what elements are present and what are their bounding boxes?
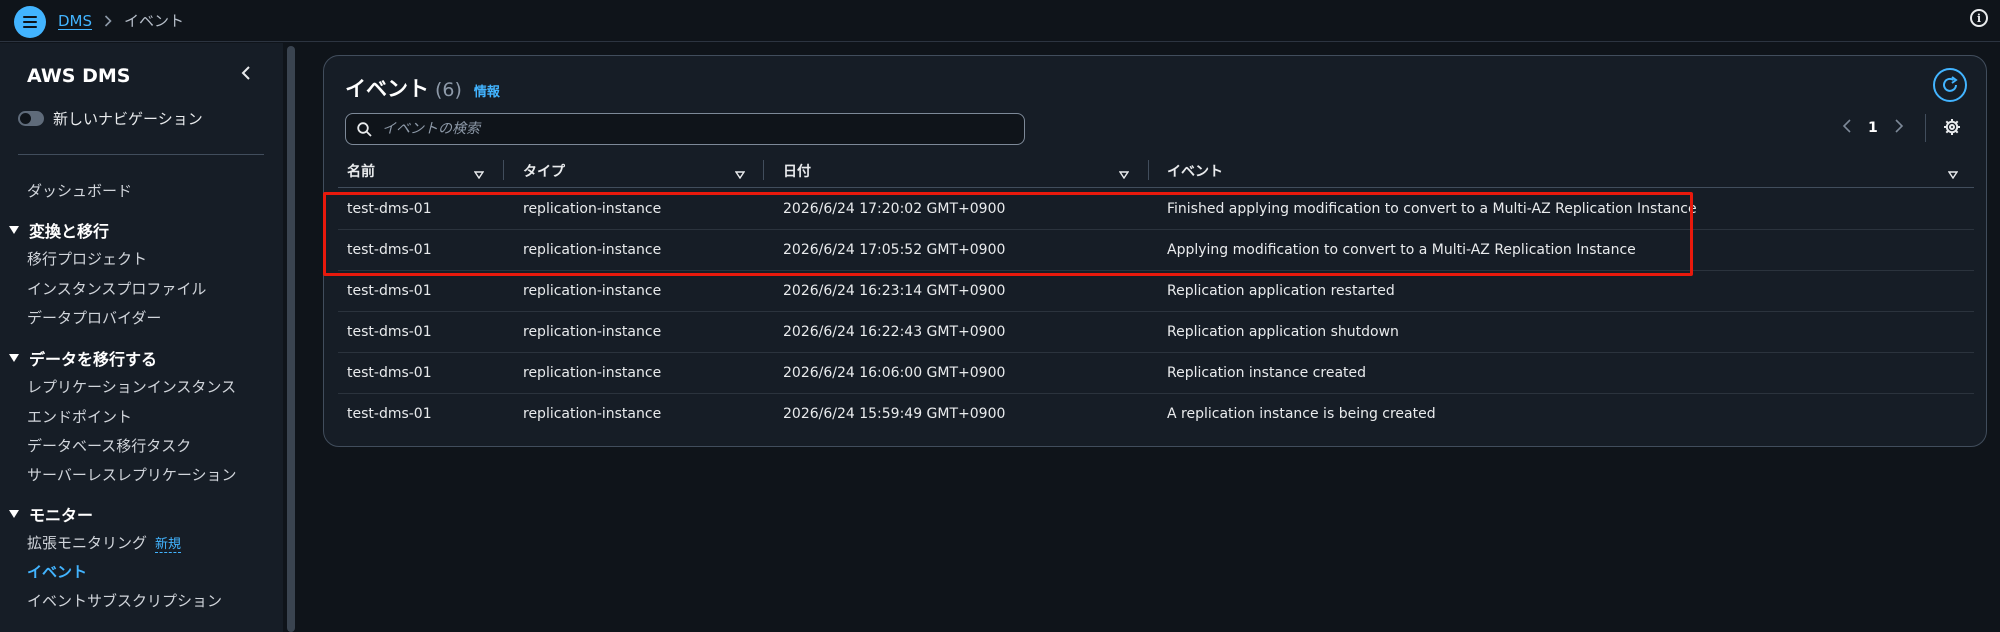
column-divider[interactable] — [503, 160, 504, 180]
cell-type: replication-instance — [523, 283, 662, 299]
sidebar-item-endpoints[interactable]: エンドポイント — [27, 406, 132, 427]
caret-down-icon — [9, 510, 19, 518]
column-header-date[interactable]: 日付 — [783, 161, 811, 181]
pagination: 1 — [1842, 118, 1904, 137]
sidebar-item-enhanced-monitoring[interactable]: 拡張モニタリング 新規 — [27, 532, 182, 553]
info-icon[interactable]: i — [1970, 9, 1988, 27]
cell-date: 2026/6/24 16:23:14 GMT+0900 — [783, 283, 1006, 299]
chevron-right-icon — [104, 14, 112, 27]
search-icon — [357, 121, 372, 137]
cell-event: Applying modification to convert to a Mu… — [1167, 242, 1636, 258]
sidebar-scrollbar[interactable] — [287, 46, 295, 632]
cell-type: replication-instance — [523, 201, 662, 217]
menu-icon[interactable] — [14, 6, 46, 38]
refresh-icon — [1943, 76, 1958, 92]
search-field[interactable] — [345, 113, 1025, 145]
table-row[interactable]: test-dms-01 replication-instance 2026/6/… — [338, 353, 1974, 394]
cell-name: test-dms-01 — [347, 201, 432, 217]
new-navigation-toggle[interactable] — [18, 111, 44, 126]
refresh-button[interactable] — [1933, 68, 1967, 102]
cell-name: test-dms-01 — [347, 406, 432, 422]
sidebar-item-events[interactable]: イベント — [27, 561, 87, 582]
event-count: (6) — [435, 79, 462, 101]
page-number[interactable]: 1 — [1868, 120, 1878, 136]
sidebar-section-label: モニター — [29, 506, 94, 525]
caret-down-icon — [9, 354, 19, 362]
column-header-type[interactable]: タイプ — [523, 161, 565, 181]
cell-type: replication-instance — [523, 365, 662, 381]
top-navigation-bar: DMS イベント i — [0, 0, 2000, 42]
table-row[interactable]: test-dms-01 replication-instance 2026/6/… — [338, 394, 1974, 435]
pager-divider — [1925, 114, 1926, 142]
table-row[interactable]: test-dms-01 replication-instance 2026/6/… — [338, 230, 1974, 271]
column-header-name[interactable]: 名前 — [347, 161, 375, 181]
sort-icon[interactable] — [1118, 164, 1130, 183]
table-row[interactable]: test-dms-01 replication-instance 2026/6/… — [338, 189, 1974, 230]
cell-date: 2026/6/24 17:05:52 GMT+0900 — [783, 242, 1006, 258]
sidebar-item-dashboard[interactable]: ダッシュボード — [27, 180, 132, 201]
sort-icon[interactable] — [1947, 164, 1959, 183]
cell-date: 2026/6/24 17:20:02 GMT+0900 — [783, 201, 1006, 217]
cell-type: replication-instance — [523, 324, 662, 340]
sidebar-item-event-subscriptions[interactable]: イベントサブスクリプション — [27, 590, 222, 611]
table-header: 名前 タイプ 日付 イベント — [338, 152, 1974, 188]
breadcrumb-dms-link[interactable]: DMS — [58, 12, 92, 30]
cell-event: Finished applying modification to conver… — [1167, 201, 1697, 217]
settings-icon[interactable] — [1943, 118, 1961, 140]
chevron-left-icon[interactable] — [240, 65, 252, 85]
sidebar-item-serverless-replications[interactable]: サーバーレスレプリケーション — [27, 464, 237, 485]
new-badge: 新規 — [155, 537, 182, 553]
sidebar-section-label: 変換と移行 — [29, 222, 110, 241]
search-input[interactable] — [382, 121, 982, 137]
sidebar-section-migrate-data[interactable]: データを移行する — [9, 346, 157, 370]
sidebar-divider — [18, 154, 264, 155]
sidebar-item-data-providers[interactable]: データプロバイダー — [27, 307, 161, 328]
breadcrumb: DMS イベント — [58, 10, 184, 31]
sidebar-item-label: 拡張モニタリング — [27, 534, 148, 552]
panel-title: イベント (6) 情報 — [345, 73, 500, 103]
cell-name: test-dms-01 — [347, 283, 432, 299]
page-title: イベント — [345, 77, 429, 101]
breadcrumb-current: イベント — [124, 12, 185, 30]
cell-type: replication-instance — [523, 242, 662, 258]
table-row[interactable]: test-dms-01 replication-instance 2026/6/… — [338, 312, 1974, 353]
sidebar-item-instance-profiles[interactable]: インスタンスプロファイル — [27, 278, 206, 299]
cell-name: test-dms-01 — [347, 242, 432, 258]
cell-event: Replication instance created — [1167, 365, 1367, 381]
cell-type: replication-instance — [523, 406, 662, 422]
sidebar-section-convert-migrate[interactable]: 変換と移行 — [9, 218, 109, 242]
sidebar-item-migration-projects[interactable]: 移行プロジェクト — [27, 248, 147, 269]
cell-date: 2026/6/24 15:59:49 GMT+0900 — [783, 406, 1006, 422]
column-divider[interactable] — [763, 160, 764, 180]
cell-date: 2026/6/24 16:22:43 GMT+0900 — [783, 324, 1006, 340]
sidebar-section-monitor[interactable]: モニター — [9, 502, 93, 526]
sidebar: AWS DMS 新しいナビゲーション ダッシュボード 変換と移行 移行プロジェク… — [0, 43, 283, 632]
chevron-right-icon[interactable] — [1894, 118, 1904, 137]
cell-event: A replication instance is being created — [1167, 406, 1436, 422]
events-panel: イベント (6) 情報 1 名前 タイプ 日付 — [323, 55, 1987, 447]
sidebar-title: AWS DMS — [27, 65, 131, 87]
cell-name: test-dms-01 — [347, 365, 432, 381]
sort-icon[interactable] — [473, 164, 485, 183]
info-link[interactable]: 情報 — [474, 81, 500, 100]
caret-down-icon — [9, 226, 19, 234]
sidebar-section-label: データを移行する — [29, 350, 158, 369]
cell-event: Replication application restarted — [1167, 283, 1395, 299]
column-header-event[interactable]: イベント — [1167, 161, 1223, 181]
new-navigation-toggle-row: 新しいナビゲーション — [18, 108, 203, 129]
new-navigation-label: 新しいナビゲーション — [53, 110, 203, 128]
cell-name: test-dms-01 — [347, 324, 432, 340]
cell-event: Replication application shutdown — [1167, 324, 1399, 340]
sidebar-item-replication-instances[interactable]: レプリケーションインスタンス — [27, 376, 236, 397]
cell-date: 2026/6/24 16:06:00 GMT+0900 — [783, 365, 1006, 381]
column-divider[interactable] — [1148, 160, 1149, 180]
sidebar-item-migration-tasks[interactable]: データベース移行タスク — [27, 435, 191, 456]
table-row[interactable]: test-dms-01 replication-instance 2026/6/… — [338, 271, 1974, 312]
sort-icon[interactable] — [734, 164, 746, 183]
chevron-left-icon[interactable] — [1842, 118, 1852, 137]
